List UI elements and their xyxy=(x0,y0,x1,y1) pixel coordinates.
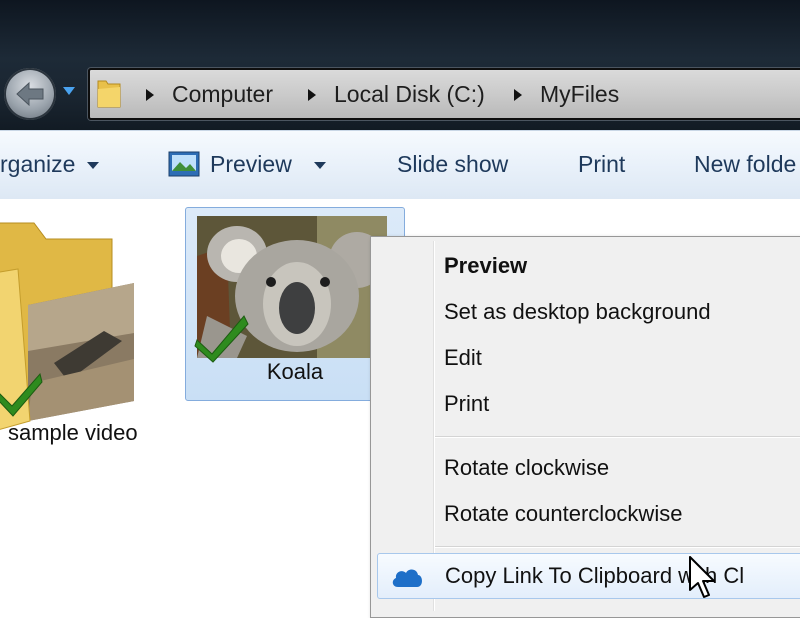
menu-item-copy-link-to-clipboard[interactable]: Copy Link To Clipboard with Cl xyxy=(377,553,800,599)
breadcrumb-arrow-icon[interactable] xyxy=(514,89,522,101)
slideshow-button[interactable]: Slide show xyxy=(397,131,508,199)
menu-item-rotate-clockwise[interactable]: Rotate clockwise xyxy=(371,446,800,490)
menu-item-edit[interactable]: Edit xyxy=(371,336,800,380)
menu-item-set-desktop-background[interactable]: Set as desktop background xyxy=(371,290,800,334)
preview-label: Preview xyxy=(210,151,292,177)
breadcrumb-local-disk[interactable]: Local Disk (C:) xyxy=(334,70,485,118)
green-check-icon xyxy=(0,372,43,417)
dropdown-arrow-icon[interactable] xyxy=(62,86,76,96)
command-bar: rganize Preview Slide show Print New fol… xyxy=(0,130,800,200)
address-bar[interactable]: Computer Local Disk (C:) MyFiles xyxy=(88,68,800,120)
preview-button[interactable]: Preview xyxy=(210,131,326,199)
menu-item-label: Rotate clockwise xyxy=(444,455,610,480)
window-title-area: Computer Local Disk (C:) MyFiles xyxy=(0,0,800,130)
menu-item-label: Print xyxy=(444,391,490,416)
menu-item-label: Rotate counterclockwise xyxy=(444,501,683,526)
folder-icon xyxy=(97,80,121,108)
menu-item-label: Preview xyxy=(444,253,528,278)
green-check-icon xyxy=(194,315,249,363)
menu-separator xyxy=(435,546,800,547)
back-button[interactable] xyxy=(4,68,56,120)
mouse-cursor-icon xyxy=(689,556,715,598)
folder-label: sample video xyxy=(8,420,138,445)
menu-item-rotate-counterclockwise[interactable]: Rotate counterclockwise xyxy=(371,492,800,536)
back-arrow-icon xyxy=(16,81,44,107)
menu-separator xyxy=(435,436,800,437)
menu-item-label: Edit xyxy=(444,345,482,370)
breadcrumb-computer[interactable]: Computer xyxy=(172,70,273,118)
menu-item-label: Set as desktop background xyxy=(444,299,711,324)
print-button[interactable]: Print xyxy=(578,131,625,199)
organize-label: rganize xyxy=(0,151,76,177)
breadcrumb-arrow-icon[interactable] xyxy=(146,89,154,101)
menu-item-preview[interactable]: Preview xyxy=(371,244,800,288)
preview-icon xyxy=(168,151,200,177)
menu-item-print[interactable]: Print xyxy=(371,382,800,426)
breadcrumb-myfiles[interactable]: MyFiles xyxy=(540,70,619,118)
context-menu: Preview Set as desktop background Edit P… xyxy=(370,236,800,618)
new-folder-button[interactable]: New folde xyxy=(694,131,796,199)
organize-button[interactable]: rganize xyxy=(0,131,100,199)
chevron-down-icon xyxy=(87,162,100,170)
chevron-down-icon xyxy=(313,162,326,170)
breadcrumb-arrow-icon[interactable] xyxy=(308,89,316,101)
cloud-icon xyxy=(392,569,422,587)
